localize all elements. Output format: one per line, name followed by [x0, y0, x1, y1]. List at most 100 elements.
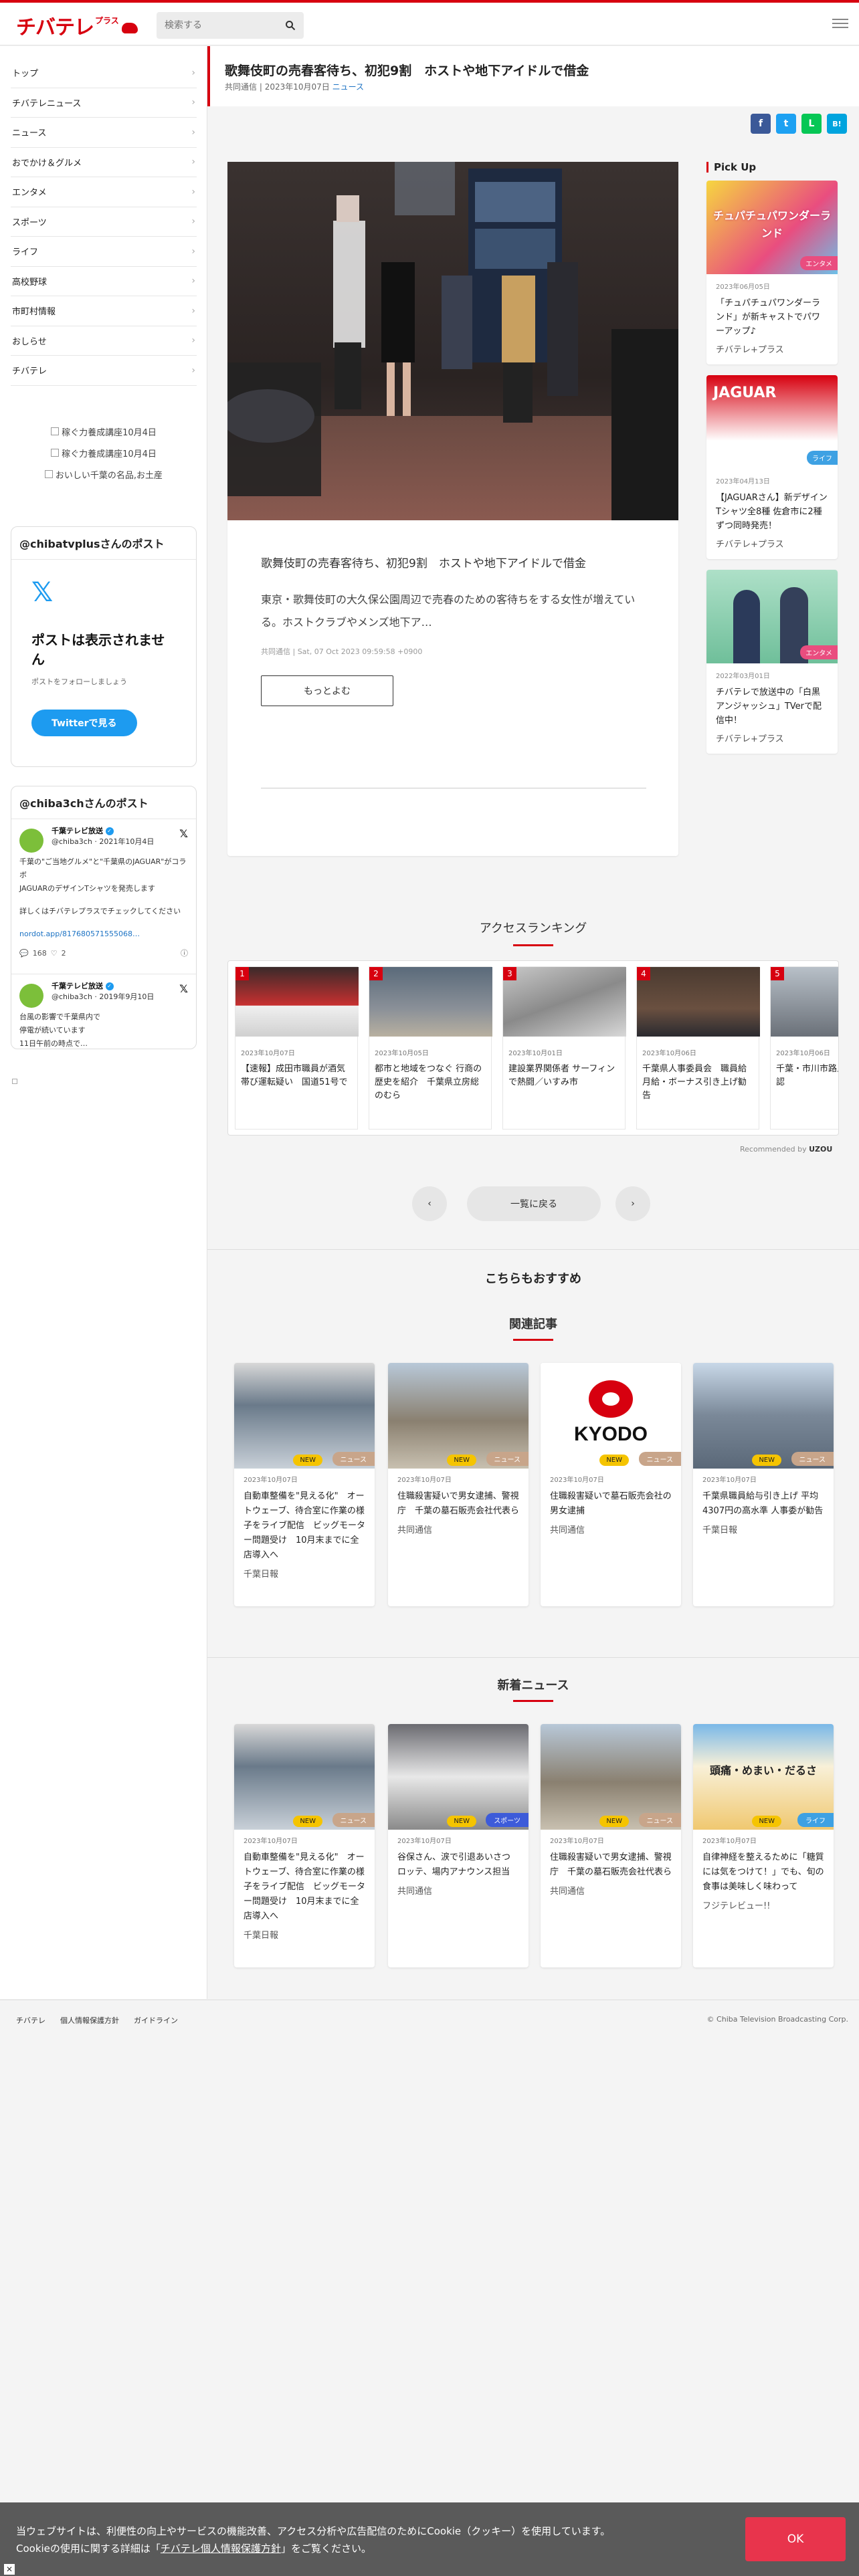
tweet-item[interactable]: 千葉テレビ放送 ✓ @chiba3ch · 2021年10月4日 𝕏 千葉の"ご…: [11, 819, 196, 974]
tweet-item[interactable]: 千葉テレビ放送 ✓ @chiba3ch · 2019年9月10日 𝕏 台風の影響…: [11, 974, 196, 1049]
new-badge: NEW: [293, 1455, 322, 1466]
sidebar-item-sports[interactable]: スポーツ ›: [11, 207, 197, 237]
latest-title-text: 新着ニュース: [497, 1679, 569, 1693]
next-page-button[interactable]: ›: [615, 1186, 650, 1221]
pickup-item[interactable]: JAGUAR ライフ 2023年04月13日 【JAGUARさん】新デザインTシ…: [706, 375, 838, 559]
cow-mascot-icon: [121, 23, 138, 33]
search-icon[interactable]: [285, 20, 296, 31]
sidebar-item-municipal-info[interactable]: 市町村情報 ›: [11, 296, 197, 326]
view-on-twitter-button[interactable]: Twitterで見る: [31, 710, 137, 736]
facebook-icon[interactable]: f: [751, 114, 771, 134]
pickup-text: 「チュパチュパワンダーランド」が新キャストでパワーアップ♪: [716, 298, 821, 336]
sidebar-item-top[interactable]: トップ ›: [11, 58, 197, 88]
cookie-text-line1: 当ウェブサイトは、利便性の向上やサービスの機能改善、アクセス分析や広告配信のため…: [16, 2525, 611, 2537]
like-count: 2: [61, 948, 66, 958]
sidebar-item-outing-gourmet[interactable]: おでかけ＆グルメ ›: [11, 148, 197, 177]
sidebar-item-entertainment[interactable]: エンタメ ›: [11, 177, 197, 207]
uzou-logo[interactable]: UZOU: [809, 1145, 832, 1154]
ranking-item[interactable]: 4 2023年10月06日 千葉県人事委員会 職員給月給・ボーナス引き上げ勧告: [636, 966, 760, 1130]
recommend-title: こちらもおすすめ: [485, 1272, 581, 1286]
latest-article-card[interactable]: NEW ニュース 2023年10月07日 自動車整備を"見える化" オートウェー…: [234, 1724, 375, 1967]
image-caption: チュパチュパワンダーランド: [712, 209, 831, 239]
article-source: 共同通信: [550, 1525, 585, 1535]
article-date: 2023年10月07日: [550, 1477, 604, 1484]
close-icon[interactable]: ✕: [4, 2564, 15, 2575]
sidebar-item-life[interactable]: ライフ ›: [11, 237, 197, 267]
category-tag: エンタメ: [800, 645, 838, 659]
article-headline: 自律神経を整えるために「糖質には気をつけて！」でも、旬の食事は美味しく味わって: [702, 1852, 824, 1892]
latest-news-title: 新着ニュース: [207, 1676, 859, 1702]
banner-link[interactable]: 稼ぐ力養成講座10月4日: [11, 442, 197, 463]
privacy-policy-link[interactable]: チバテレ個人情報保護方針: [161, 2543, 281, 2555]
ranking-image: 2: [369, 967, 492, 1037]
pickup-image: チュパチュパワンダーランド エンタメ: [706, 181, 838, 274]
sidebar-item-high-school-baseball[interactable]: 高校野球 ›: [11, 267, 197, 296]
sidebar-item-news[interactable]: ニュース ›: [11, 118, 197, 148]
article-date: 2023年10月07日: [244, 1838, 298, 1845]
tweet-text: 千葉の"ご当地グルメ"と"千葉県のJAGUAR"がコラボ: [19, 857, 187, 879]
thumbnail-caption: KYODO: [573, 1423, 648, 1445]
search-input[interactable]: [165, 12, 278, 39]
article-source: 共同通信: [550, 1887, 585, 1897]
rank-number: 5: [771, 967, 784, 980]
nav-label: スポーツ: [12, 217, 47, 228]
verified-icon: ✓: [105, 827, 114, 835]
ranking-date: 2023年10月07日: [241, 1050, 295, 1057]
latest-article-card[interactable]: NEW ニュース 2023年10月07日 住職殺害疑いで男女逮捕、警視庁 千葉の…: [541, 1724, 681, 1967]
info-icon[interactable]: ⓘ: [181, 948, 188, 958]
widget-heading: ポストは表示されません: [31, 632, 165, 667]
verified-icon: ✓: [105, 982, 114, 990]
related-article-card[interactable]: NEW ニュース 2023年10月07日 千葉県職員給与引き上げ 平均4307円…: [693, 1363, 834, 1606]
chevron-right-icon: ›: [191, 97, 195, 108]
hatena-icon[interactable]: B!: [827, 114, 847, 134]
article-category-link[interactable]: ニュース: [332, 82, 364, 92]
pickup-image: エンタメ: [706, 570, 838, 663]
banner-link[interactable]: おいしい千葉の名品,お土産: [11, 463, 197, 485]
pickup-item[interactable]: エンタメ 2022年03月01日 チバテレで放送中の「白黒アンジャッシュ」TVe…: [706, 570, 838, 754]
ranking-item[interactable]: 3 2023年10月01日 建設業界関係者 サーフィンで熱闘／いすみ市: [502, 966, 626, 1130]
related-article-card[interactable]: NEW ニュース 2023年10月07日 住職殺害疑いで男女逮捕、警視庁 千葉の…: [388, 1363, 529, 1606]
read-more-button[interactable]: もっとよむ: [261, 675, 393, 706]
ranking-item[interactable]: 5 2023年10月06日 千葉・市川市路上に男性確認: [770, 966, 838, 1130]
nav-label: エンタメ: [12, 188, 47, 199]
footer-link-privacy[interactable]: 個人情報保護方針: [60, 2015, 119, 2026]
broken-image-icon: [12, 1079, 17, 1084]
related-article-card[interactable]: NEW ニュース 2023年10月07日 自動車整備を"見える化" オートウェー…: [234, 1363, 375, 1606]
footer-link-chibatele[interactable]: チバテレ: [16, 2015, 45, 2026]
sidebar-item-chibatele-news[interactable]: チバテレニュース ›: [11, 88, 197, 118]
line-icon[interactable]: L: [801, 114, 822, 134]
footer-link-guideline[interactable]: ガイドライン: [134, 2015, 178, 2026]
tweet-link[interactable]: nordot.app/817680571555068…: [19, 928, 188, 941]
pickup-item[interactable]: チュパチュパワンダーランド エンタメ 2023年06月05日 「チュパチュパワン…: [706, 181, 838, 364]
hamburger-menu-icon[interactable]: [832, 16, 848, 29]
sidebar-item-chibatele[interactable]: チバテレ ›: [11, 356, 197, 386]
prev-page-button[interactable]: ‹: [412, 1186, 447, 1221]
article-headline: 自動車整備を"見える化" オートウェーブ、待合室に作業の様子をライブ配信 ビッグ…: [244, 1491, 366, 1560]
site-logo[interactable]: チバテレ プラス: [16, 12, 138, 39]
pickup-text: 【JAGUARさん】新デザインTシャツ全8種 佐倉市に2種ずつ同時発売！: [716, 493, 828, 531]
new-badge: NEW: [293, 1816, 322, 1827]
latest-article-card[interactable]: 頭痛・めまい・だるさ NEW ライフ 2023年10月07日 自律神経を整えるた…: [693, 1724, 834, 1967]
search-box: [157, 12, 304, 39]
heart-icon[interactable]: ♡: [51, 949, 58, 958]
logo-sub: プラス: [95, 15, 119, 25]
logo-text: チバテレ: [16, 17, 94, 39]
article-source: 千葉日報: [702, 1525, 738, 1535]
tweet-date: 2019年9月10日: [99, 992, 155, 1001]
kyodo-logo-inner: [602, 1392, 619, 1406]
sidebar-item-notices[interactable]: おしらせ ›: [11, 326, 197, 356]
cookie-ok-button[interactable]: OK: [745, 2517, 846, 2561]
latest-article-card[interactable]: NEW スポーツ 2023年10月07日 谷保さん、涙で引退あいさつ ロッテ、場…: [388, 1724, 529, 1967]
ranking-item[interactable]: 1 2023年10月07日 【速報】成田市職員が酒気帯び運転疑い 国道51号で: [235, 966, 359, 1130]
back-to-list-button[interactable]: 一覧に戻る: [467, 1186, 601, 1221]
article-source: 千葉日報: [244, 1570, 279, 1580]
article-thumbnail: NEW スポーツ: [388, 1724, 529, 1830]
reply-icon[interactable]: 💬: [19, 949, 29, 958]
twitter-icon[interactable]: t: [776, 114, 796, 134]
related-article-card[interactable]: KYODO NEW ニュース 2023年10月07日 住職殺害疑いで墓石販売会社…: [541, 1363, 681, 1606]
ranking-item[interactable]: 2 2023年10月05日 都市と地域をつなぐ 行商の歴史を紹介 千葉県立房総の…: [369, 966, 492, 1130]
rank-number: 4: [637, 967, 650, 980]
new-badge: NEW: [599, 1816, 629, 1827]
ranking-image: 3: [503, 967, 626, 1037]
banner-link[interactable]: 稼ぐ力養成講座10月4日: [11, 421, 197, 442]
